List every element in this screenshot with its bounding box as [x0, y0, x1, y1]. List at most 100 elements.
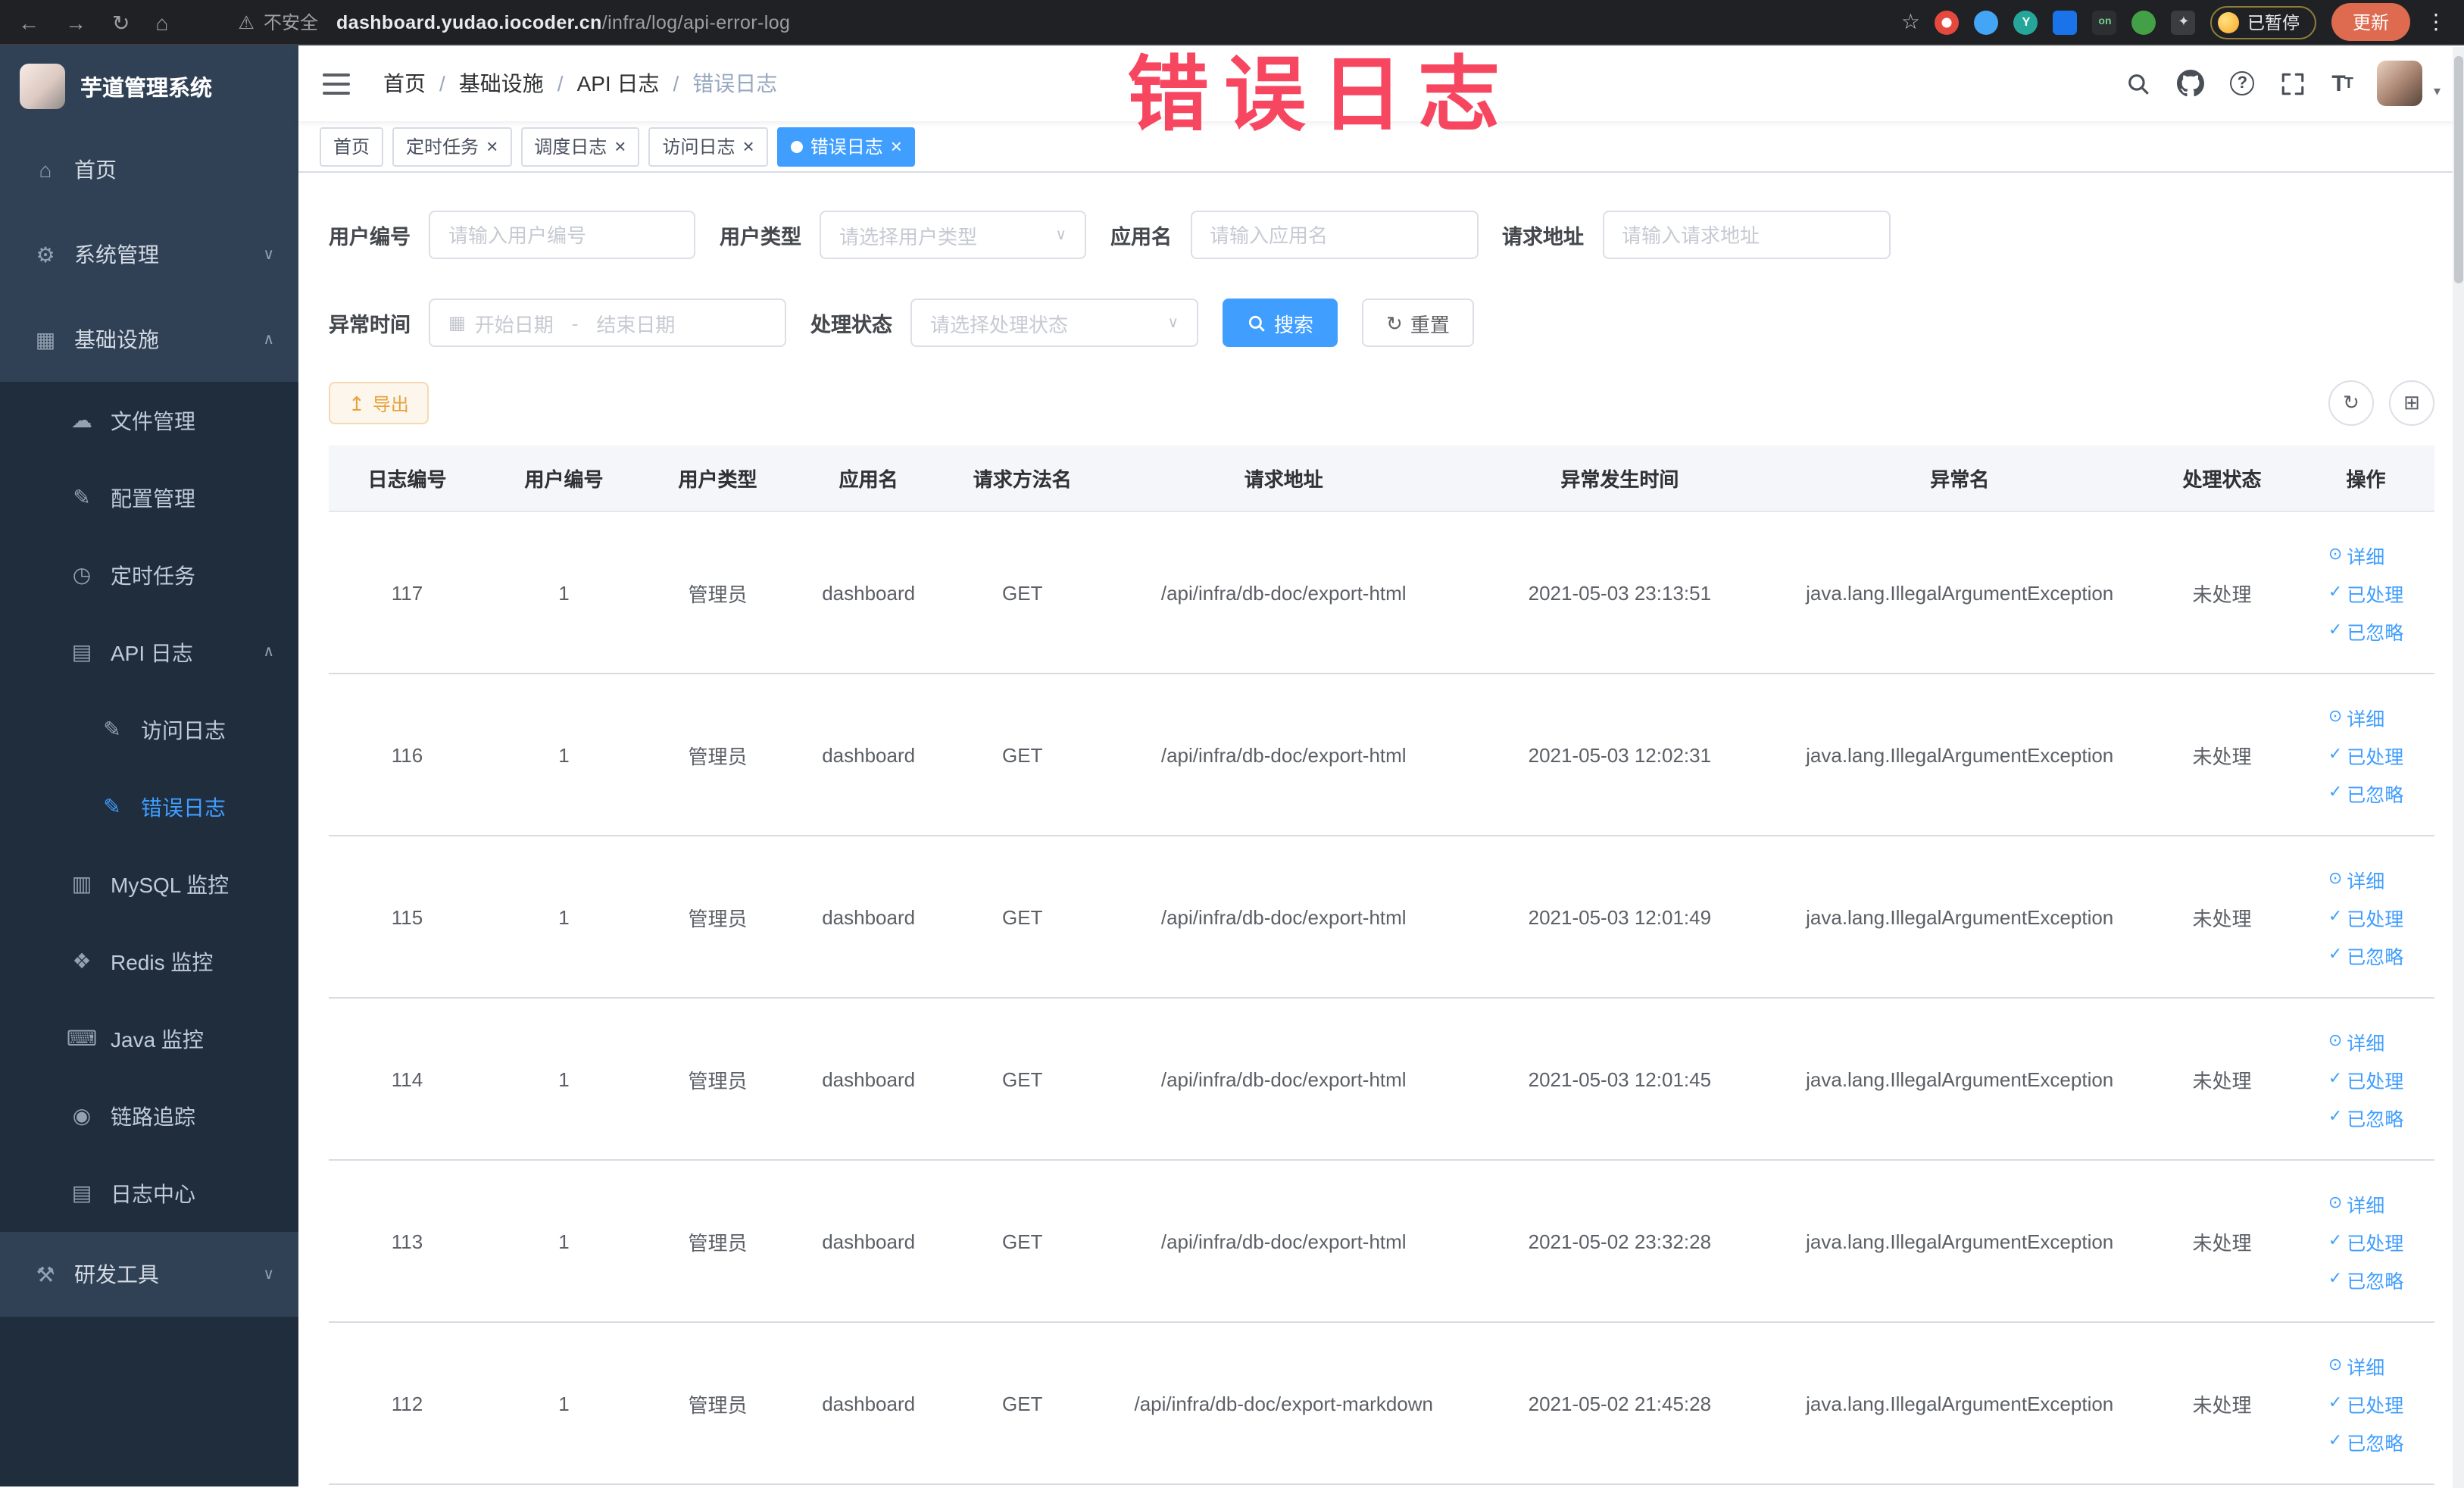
mark-processed-link[interactable]: ✓ 已处理 [2328, 1227, 2403, 1255]
sidebar-item-system-management[interactable]: ⚙ 系统管理 ∨ [0, 212, 298, 297]
sidebar-item-file-management[interactable]: ☁ 文件管理 [0, 382, 298, 459]
cell-actions: ⊙ 详细 ✓ 已处理 ✓ 已忽略 [2297, 1160, 2434, 1323]
breadcrumb-item[interactable]: 基础设施 [459, 68, 544, 98]
pinwheel-extension-icon[interactable]: ✦ [2171, 10, 2196, 34]
user-avatar[interactable] [2377, 61, 2423, 106]
mark-ignored-link[interactable]: ✓ 已忽略 [2328, 778, 2403, 807]
mark-ignored-link[interactable]: ✓ 已忽略 [2328, 1427, 2403, 1455]
cell-user-id: 1 [486, 998, 642, 1161]
sidebar-item-log-center[interactable]: ▤ 日志中心 [0, 1155, 298, 1232]
home-icon[interactable]: ⌂ [155, 11, 168, 33]
sidebar-toggle-icon[interactable] [323, 72, 350, 95]
detail-link[interactable]: ⊙ 详细 [2328, 702, 2384, 731]
app-name-input[interactable] [1190, 211, 1478, 259]
tab[interactable]: 调度日志 × [520, 127, 640, 166]
update-button[interactable]: 更新 [2331, 3, 2410, 41]
scrollbar-thumb[interactable] [2454, 56, 2463, 283]
table-row: 112 1 管理员 dashboard GET/api/infra/db-doc/exp… [329, 1322, 2434, 1485]
export-button[interactable]: ↥ 导出 [329, 382, 429, 424]
sidebar-item-error-log[interactable]: ✎ 错误日志 [0, 768, 298, 846]
url-bar[interactable]: dashboard.yudao.iocoder.cn/infra/log/api… [336, 11, 790, 33]
paused-badge[interactable]: 已暂停 [2210, 5, 2316, 39]
github-icon[interactable] [2177, 70, 2205, 97]
mark-ignored-link[interactable]: ✓ 已忽略 [2328, 616, 2403, 645]
menu-dots-icon[interactable]: ⋮ [2425, 9, 2447, 35]
paused-badge-label: 已暂停 [2247, 14, 2300, 33]
bookmark-star-icon[interactable]: ☆ [1901, 9, 1920, 35]
chevron-down-icon[interactable]: ▾ [2434, 83, 2441, 100]
reset-button[interactable]: ↻ 重置 [1362, 299, 1474, 347]
tab[interactable]: 首页 [320, 127, 384, 166]
close-tab-icon[interactable]: × [486, 136, 498, 156]
close-tab-icon[interactable]: × [614, 136, 626, 156]
action-label: 已忽略 [2347, 622, 2404, 643]
breadcrumb-item[interactable]: API 日志 [577, 68, 660, 98]
exception-time-range[interactable]: ▦ 开始日期 - 结束日期 [429, 299, 786, 347]
detail-link[interactable]: ⊙ 详细 [2328, 864, 2384, 893]
action-label: 已处理 [2347, 746, 2404, 767]
tab-label: 定时任务 [406, 136, 479, 158]
sidebar-item-java-monitor[interactable]: ⌨ Java 监控 [0, 1000, 298, 1077]
sidebar-item-api-log[interactable]: ▤ API 日志 ∧ [0, 614, 298, 691]
grid-extension-icon[interactable] [2053, 10, 2078, 34]
sidebar-item-config-management[interactable]: ✎ 配置管理 [0, 459, 298, 536]
user-id-input[interactable] [429, 211, 695, 259]
close-tab-icon[interactable]: × [743, 136, 754, 156]
sidebar-item-label: 日志中心 [111, 1181, 195, 1205]
forward-icon[interactable]: → [65, 11, 86, 33]
logo-title: 芋道管理系统 [80, 77, 212, 101]
detail-link[interactable]: ⊙ 详细 [2328, 1189, 2384, 1218]
sidebar-item-redis-monitor[interactable]: ❖ Redis 监控 [0, 923, 298, 1000]
request-url-input[interactable] [1602, 211, 1890, 259]
mark-processed-link[interactable]: ✓ 已处理 [2328, 578, 2403, 607]
record-extension-icon[interactable] [1935, 10, 1960, 34]
action-label: 详细 [2347, 708, 2385, 730]
sidebar-item-dev-tools[interactable]: ⚒ 研发工具 ∨ [0, 1232, 298, 1317]
warning-icon: ⚠ [238, 11, 255, 33]
search-icon[interactable] [2125, 70, 2151, 96]
mark-processed-link[interactable]: ✓ 已处理 [2328, 1064, 2403, 1093]
reload-icon[interactable]: ↻ [112, 11, 130, 33]
page-scrollbar[interactable] [2453, 47, 2464, 1488]
mark-ignored-link[interactable]: ✓ 已忽略 [2328, 1102, 2403, 1131]
search-button[interactable]: 搜索 [1223, 299, 1338, 347]
process-status-select[interactable]: 请选择处理状态 ∨ [910, 299, 1198, 347]
sidebar-item-link-tracing[interactable]: ◉ 链路追踪 [0, 1077, 298, 1155]
tab[interactable]: 错误日志 × [776, 127, 916, 166]
back-icon[interactable]: ← [18, 11, 39, 33]
security-chip[interactable]: ⚠ 不安全 [238, 9, 318, 35]
detail-link[interactable]: ⊙ 详细 [2328, 1351, 2384, 1380]
breadcrumb-item[interactable]: 首页 [383, 68, 426, 98]
font-size-icon[interactable]: TT [2331, 70, 2353, 96]
mark-processed-link[interactable]: ✓ 已处理 [2328, 740, 2403, 769]
close-tab-icon[interactable]: × [891, 136, 902, 156]
fullscreen-icon[interactable] [2280, 70, 2306, 96]
mark-ignored-link[interactable]: ✓ 已忽略 [2328, 1264, 2403, 1293]
sidebar-item-home[interactable]: ⌂ 首页 [0, 127, 298, 212]
help-icon[interactable]: ? [2230, 71, 2255, 95]
water-drop-extension-icon[interactable] [1974, 10, 1999, 34]
user-type-select[interactable]: 请选择用户类型 ∨ [820, 211, 1086, 259]
sidebar-item-mysql-monitor[interactable]: ▥ MySQL 监控 [0, 846, 298, 923]
sidebar-item-infrastructure[interactable]: ▦ 基础设施 ∧ [0, 297, 298, 382]
detail-link[interactable]: ⊙ 详细 [2328, 540, 2384, 569]
sidebar-item-scheduled-tasks[interactable]: ◷ 定时任务 [0, 536, 298, 614]
on-badge-extension-icon[interactable]: on [2092, 10, 2117, 34]
tab-label: 调度日志 [534, 136, 607, 158]
mark-processed-link[interactable]: ✓ 已处理 [2328, 1389, 2403, 1418]
cell-actions: ⊙ 详细 ✓ 已处理 ✓ 已忽略 [2297, 1322, 2434, 1485]
column-settings-button[interactable]: ⊞ [2389, 380, 2434, 426]
refresh-list-button[interactable]: ↻ [2328, 380, 2374, 426]
mark-processed-link[interactable]: ✓ 已处理 [2328, 902, 2403, 931]
mark-ignored-link[interactable]: ✓ 已忽略 [2328, 940, 2403, 969]
tab[interactable]: 定时任务 × [392, 127, 512, 166]
filter-user-id: 用户编号 [329, 211, 695, 259]
tab[interactable]: 访问日志 × [648, 127, 768, 166]
detail-link[interactable]: ⊙ 详细 [2328, 1027, 2384, 1055]
sidebar-item-access-log[interactable]: ✎ 访问日志 [0, 691, 298, 768]
leaf-extension-icon[interactable] [2131, 10, 2156, 34]
sidebar: 芋道管理系统 ⌂ 首页 ⚙ 系统管理 ∨ ▦ 基础设施 ∧ ☁ 文件管理 ✎ 配置管理 ◷ 定时任务 ▤ AP… [0, 45, 298, 1486]
user-type-label: 用户类型 [720, 226, 801, 249]
logo[interactable]: 芋道管理系统 [0, 45, 298, 127]
y-logo-extension-icon[interactable]: Y [2013, 10, 2038, 34]
